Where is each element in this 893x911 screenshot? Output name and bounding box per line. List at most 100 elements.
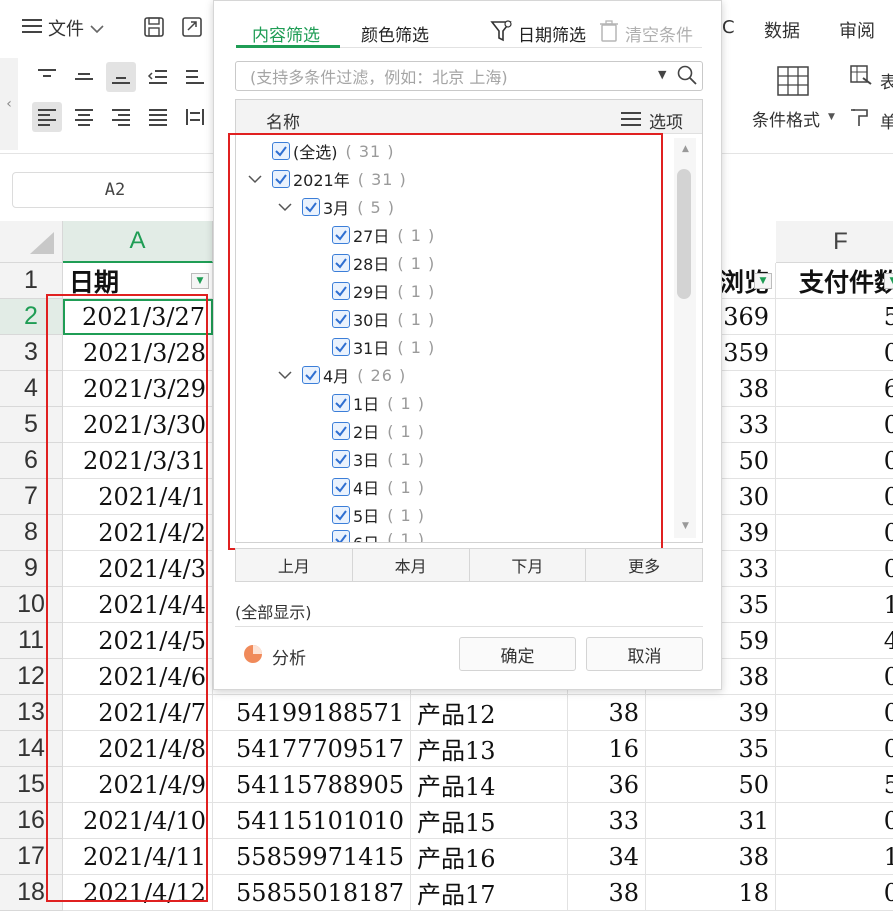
distributed-icon[interactable] — [180, 102, 210, 132]
cell-c[interactable]: 产品17 — [411, 875, 568, 911]
checkbox-checked-icon[interactable] — [302, 198, 320, 216]
cell-style-icon[interactable] — [848, 104, 874, 130]
row-header[interactable]: 4 — [0, 371, 63, 407]
chevron-down-icon[interactable] — [246, 170, 264, 188]
chevron-down-icon[interactable] — [276, 366, 294, 384]
cell-a[interactable]: 2021/3/27 — [63, 299, 213, 335]
cell-a[interactable]: 2021/4/1 — [63, 479, 213, 515]
more-button[interactable]: 更多 — [586, 549, 702, 581]
cell-a[interactable]: 2021/4/10 — [63, 803, 213, 839]
cell-f[interactable]: 0 — [776, 335, 893, 371]
cell-d[interactable]: 33 — [568, 803, 646, 839]
tree-item[interactable]: 27日 ( 1 ) — [332, 222, 435, 248]
checkbox-checked-icon[interactable] — [332, 338, 350, 356]
checkbox-checked-icon[interactable] — [332, 310, 350, 328]
cell-f[interactable]: 1 — [776, 587, 893, 623]
cell-f[interactable]: 0 — [776, 551, 893, 587]
cell-f[interactable]: 0 — [776, 479, 893, 515]
row-header[interactable]: 1 — [0, 263, 63, 299]
this-month-button[interactable]: 本月 — [353, 549, 470, 581]
cell-f[interactable]: 5 — [776, 299, 893, 335]
row-header[interactable]: 8 — [0, 515, 63, 551]
tree-item[interactable]: 4日 ( 1 ) — [332, 474, 425, 500]
scroll-down-icon[interactable]: ▼ — [682, 521, 689, 531]
tree-item[interactable]: 1日 ( 1 ) — [332, 390, 425, 416]
tab-review[interactable]: 审阅 — [839, 17, 875, 43]
header-cell-f[interactable]: 支付件数▼ — [776, 263, 893, 299]
header-cell-a[interactable]: 日期 ▼ — [63, 263, 213, 299]
cell-e[interactable]: 35 — [646, 731, 776, 767]
checkbox-checked-icon[interactable] — [272, 142, 290, 160]
cancel-button[interactable]: 取消 — [586, 637, 703, 671]
checkbox-checked-icon[interactable] — [332, 282, 350, 300]
tree-item[interactable]: 3月 ( 5 ) — [278, 194, 395, 220]
checkbox-checked-icon[interactable] — [332, 226, 350, 244]
search-icon[interactable] — [677, 65, 697, 89]
tree-item[interactable]: 6日 ( 1 ) — [332, 530, 425, 542]
checkbox-checked-icon[interactable] — [302, 366, 320, 384]
cell-a[interactable]: 2021/4/12 — [63, 875, 213, 911]
cell-a[interactable]: 2021/4/7 — [63, 695, 213, 731]
checkbox-checked-icon[interactable] — [332, 394, 350, 412]
cell-a[interactable]: 2021/4/5 — [63, 623, 213, 659]
tree-item[interactable]: 2021年 ( 31 ) — [248, 166, 407, 192]
cell-c[interactable]: 产品16 — [411, 839, 568, 875]
cell-b[interactable]: 55855018187 — [213, 875, 411, 911]
row-header[interactable]: 9 — [0, 551, 63, 587]
tab-data[interactable]: 数据 — [764, 17, 800, 43]
file-menu-button[interactable]: 文件 — [22, 14, 104, 42]
row-header[interactable]: 6 — [0, 443, 63, 479]
date-filter-button[interactable]: 日期筛选 — [490, 19, 586, 47]
cell-style-label[interactable]: 单 — [880, 108, 893, 133]
conditional-format-icon[interactable] — [776, 64, 810, 98]
cell-e[interactable]: 31 — [646, 803, 776, 839]
list-scroll-thumb[interactable] — [677, 169, 691, 299]
justify-icon[interactable] — [143, 102, 173, 132]
filter-search-input[interactable]: (支持多条件过滤，例如：北京 上海) — [235, 61, 703, 91]
cell-f[interactable]: 0 — [776, 695, 893, 731]
align-top-icon[interactable] — [32, 62, 62, 92]
cell-f[interactable]: 5 — [776, 767, 893, 803]
cell-a[interactable]: 2021/4/6 — [63, 659, 213, 695]
checkbox-checked-icon[interactable] — [332, 478, 350, 496]
cell-f[interactable]: 0 — [776, 443, 893, 479]
cell-c[interactable]: 产品12 — [411, 695, 568, 731]
cell-a[interactable]: 2021/3/30 — [63, 407, 213, 443]
table-style-icon[interactable] — [848, 62, 874, 88]
cell-e[interactable]: 18 — [646, 875, 776, 911]
tree-item[interactable]: 31日 ( 1 ) — [332, 334, 435, 360]
cell-f[interactable]: 0 — [776, 875, 893, 911]
cell-b[interactable]: 54115788905 — [213, 767, 411, 803]
cell-f[interactable]: 1 — [776, 839, 893, 875]
ok-button[interactable]: 确定 — [459, 637, 576, 671]
scroll-up-icon[interactable]: ▲ — [682, 144, 689, 154]
cell-d[interactable]: 36 — [568, 767, 646, 803]
cell-a[interactable]: 2021/4/9 — [63, 767, 213, 803]
prev-month-button[interactable]: 上月 — [236, 549, 353, 581]
clear-conditions-button[interactable]: 清空条件 — [599, 19, 693, 47]
cell-e[interactable]: 50 — [646, 767, 776, 803]
align-center-icon[interactable] — [69, 102, 99, 132]
filter-dropdown-icon[interactable]: ▼ — [884, 273, 893, 289]
export-icon[interactable] — [179, 14, 205, 40]
row-header[interactable]: 3 — [0, 335, 63, 371]
tree-item[interactable]: 29日 ( 1 ) — [332, 278, 435, 304]
cell-e[interactable]: 38 — [646, 839, 776, 875]
table-style-label[interactable]: 表 — [880, 68, 893, 93]
show-all-toggle[interactable]: (全部显示) — [235, 599, 312, 623]
row-header[interactable]: 12 — [0, 659, 63, 695]
align-right-icon[interactable] — [106, 102, 136, 132]
analyze-button[interactable]: 分析 — [242, 643, 306, 670]
chevron-down-icon[interactable] — [276, 198, 294, 216]
cell-c[interactable]: 产品15 — [411, 803, 568, 839]
cell-a[interactable]: 2021/4/3 — [63, 551, 213, 587]
cell-b[interactable]: 54115101010 — [213, 803, 411, 839]
cell-a[interactable]: 2021/4/4 — [63, 587, 213, 623]
row-header[interactable]: 15 — [0, 767, 63, 803]
tab-color-filter[interactable]: 颜色筛选 — [361, 21, 429, 46]
cell-c[interactable]: 产品13 — [411, 731, 568, 767]
cell-a[interactable]: 2021/4/8 — [63, 731, 213, 767]
cell-f[interactable]: 0 — [776, 659, 893, 695]
next-month-button[interactable]: 下月 — [470, 549, 587, 581]
cell-a[interactable]: 2021/3/28 — [63, 335, 213, 371]
